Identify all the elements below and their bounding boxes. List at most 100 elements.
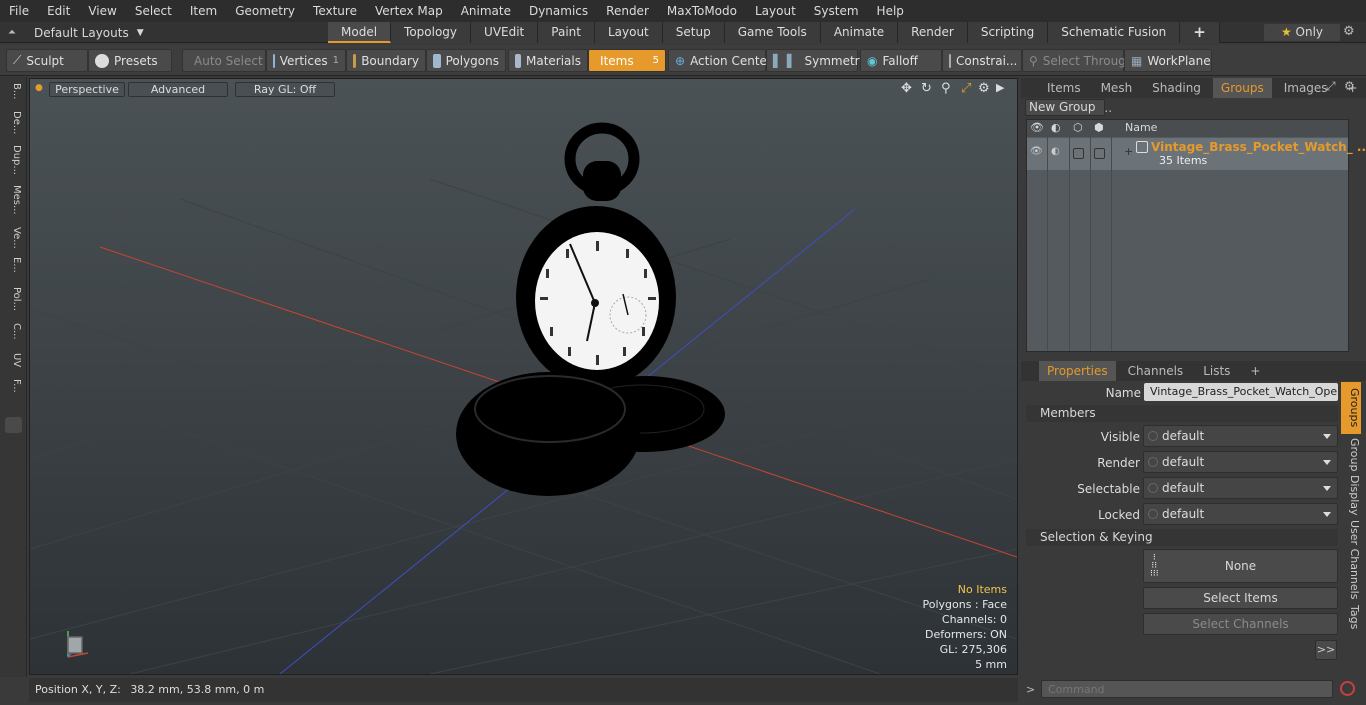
sculpt-button[interactable]: ⟋ Sculpt	[6, 49, 88, 72]
menu-help[interactable]: Help	[868, 0, 913, 22]
expand-plus-icon[interactable]: +	[1124, 145, 1133, 158]
constraints-button[interactable]: Constrai...	[942, 49, 1022, 72]
locked-label: Locked	[1098, 508, 1140, 522]
gear-icon[interactable]: ⚙	[1343, 24, 1355, 39]
tab-setup[interactable]: Setup	[662, 22, 725, 43]
strip-tab-polygon[interactable]: Pol...	[4, 287, 22, 311]
vtab-user-channels[interactable]: User Channels	[1341, 520, 1361, 600]
menu-layout[interactable]: Layout	[746, 0, 805, 22]
selection-keying-section[interactable]: Selection & Keying	[1026, 529, 1338, 546]
strip-expand-button[interactable]	[5, 417, 22, 433]
locked-dropdown[interactable]: default	[1143, 503, 1338, 525]
workplane-button[interactable]: ▦ WorkPlane	[1124, 49, 1212, 72]
menu-dynamics[interactable]: Dynamics	[520, 0, 597, 22]
menu-texture[interactable]: Texture	[304, 0, 366, 22]
layouts-dropdown[interactable]: ⏶ Default Layouts ▼	[8, 24, 144, 41]
menu-file[interactable]: File	[0, 0, 38, 22]
strip-tab-vertex[interactable]: Ve...	[4, 227, 22, 249]
vertices-button[interactable]: Vertices 1	[266, 49, 346, 72]
select-items-button[interactable]: Select Items	[1143, 587, 1338, 609]
tab-scripting[interactable]: Scripting	[967, 22, 1049, 43]
boundary-button[interactable]: Boundary	[346, 49, 426, 72]
strip-tab-deform[interactable]: De...	[4, 111, 22, 134]
group-row[interactable]: 👁 ◐ + Vintage_Brass_Pocket_Watch_ ... 35…	[1027, 138, 1366, 170]
tab-groups[interactable]: Groups	[1212, 78, 1272, 98]
menu-animate[interactable]: Animate	[452, 0, 520, 22]
layouts-arrow-icon: ⏶	[8, 27, 16, 38]
strip-tab-mesh-edit[interactable]: Mes...	[4, 185, 22, 215]
falloff-button[interactable]: ◉ Falloff	[860, 49, 942, 72]
command-input[interactable]	[1041, 680, 1333, 698]
menu-maxtomodo[interactable]: MaxToModo	[658, 0, 746, 22]
add-properties-tab-button[interactable]: +	[1242, 361, 1268, 381]
menu-select[interactable]: Select	[126, 0, 181, 22]
auto-select-button[interactable]: Auto Select	[182, 49, 266, 72]
tab-model[interactable]: Model	[328, 22, 392, 43]
tab-game-tools[interactable]: Game Tools	[724, 22, 821, 43]
strip-tab-basic[interactable]: B...	[4, 83, 22, 99]
row-select-checkbox[interactable]	[1094, 148, 1105, 159]
menu-vertex-map[interactable]: Vertex Map	[366, 0, 452, 22]
members-section[interactable]: Members	[1026, 405, 1338, 422]
lock-icon[interactable]: ⬡	[1073, 121, 1083, 134]
panel-settings-icon[interactable]: ⚙	[1344, 79, 1355, 93]
polygons-button[interactable]: Polygons	[426, 49, 506, 72]
tab-shading[interactable]: Shading	[1144, 78, 1209, 98]
tab-topology[interactable]: Topology	[391, 22, 472, 43]
vertices-label: Vertices	[279, 53, 328, 68]
menu-geometry[interactable]: Geometry	[226, 0, 304, 22]
row-render-icon[interactable]: ◐	[1051, 146, 1060, 157]
select-through-button[interactable]: ⚲ Select Through	[1022, 49, 1133, 72]
items-button[interactable]: Items 5	[588, 49, 666, 72]
strip-tab-uv[interactable]: UV	[4, 353, 22, 367]
tab-items[interactable]: Items	[1039, 78, 1089, 98]
vtab-tags[interactable]: Tags	[1341, 603, 1361, 631]
mode-tabs: Model Topology UVEdit Paint Layout Setup…	[328, 22, 1220, 43]
selectable-dropdown[interactable]: default	[1143, 477, 1338, 499]
menu-edit[interactable]: Edit	[38, 0, 79, 22]
vtab-group-display[interactable]: Group Display	[1341, 437, 1361, 517]
groups-list: 👁 ◐ ⬡ ⬢ Name 👁 ◐ + Vintage_Brass_Pocket_…	[1026, 119, 1366, 352]
panel-expand-icon[interactable]: ⤢	[1326, 79, 1336, 94]
add-tab-button[interactable]: +	[1180, 22, 1220, 43]
select-icon[interactable]: ⬢	[1094, 121, 1104, 134]
select-channels-button[interactable]: Select Channels	[1143, 613, 1338, 635]
tab-uvedit[interactable]: UVEdit	[471, 22, 539, 43]
record-icon[interactable]	[1340, 681, 1355, 696]
tab-mesh[interactable]: Mesh ...	[1093, 78, 1141, 115]
visibility-eye-icon[interactable]: 👁	[1030, 121, 1044, 134]
symmetry-button[interactable]: ▌▐ Symmetry	[766, 49, 867, 72]
tab-render[interactable]: Render	[898, 22, 968, 43]
vtab-groups[interactable]: Groups	[1341, 382, 1361, 434]
tab-paint[interactable]: Paint	[538, 22, 595, 43]
menu-item[interactable]: Item	[181, 0, 226, 22]
materials-button[interactable]: Materials	[508, 49, 588, 72]
name-field[interactable]: Vintage_Brass_Pocket_Watch_Open (	[1144, 383, 1338, 401]
menu-system[interactable]: System	[805, 0, 868, 22]
visible-dropdown[interactable]: default	[1143, 425, 1338, 447]
tab-lists[interactable]: Lists	[1195, 361, 1238, 381]
tab-animate[interactable]: Animate	[820, 22, 899, 43]
strip-tab-fusion[interactable]: F...	[4, 379, 22, 393]
strip-tab-duplicate[interactable]: Dup...	[4, 145, 22, 175]
keying-none-button[interactable]: ⁝ ⁝⁝ ⁝⁝⁝ None	[1143, 549, 1338, 583]
render-icon[interactable]: ◐	[1051, 121, 1061, 134]
action-center-button[interactable]: ⊕ Action Center	[668, 49, 772, 72]
menu-view[interactable]: View	[79, 0, 125, 22]
group-name[interactable]: Vintage_Brass_Pocket_Watch_ ...	[1151, 140, 1366, 154]
tab-channels[interactable]: Channels	[1120, 361, 1192, 381]
tab-properties[interactable]: Properties	[1039, 361, 1116, 381]
tab-layout[interactable]: Layout	[594, 22, 663, 43]
row-lock-checkbox[interactable]	[1073, 148, 1084, 159]
3d-viewport[interactable]: ● Perspective Advanced Ray GL: Off ✥ ↻ ⚲…	[29, 78, 1018, 675]
row-eye-icon[interactable]: 👁	[1030, 146, 1043, 157]
tab-schematic-fusion[interactable]: Schematic Fusion	[1048, 22, 1181, 43]
more-button[interactable]: >>	[1315, 640, 1337, 660]
only-toggle[interactable]: ★ Only	[1264, 24, 1340, 41]
new-group-button[interactable]: New Group	[1025, 99, 1105, 116]
presets-button[interactable]: Presets	[88, 49, 172, 72]
strip-tab-curve[interactable]: C...	[4, 323, 22, 340]
render-dropdown[interactable]: default	[1143, 451, 1338, 473]
menu-render[interactable]: Render	[597, 0, 658, 22]
strip-tab-edge[interactable]: E...	[4, 257, 22, 273]
